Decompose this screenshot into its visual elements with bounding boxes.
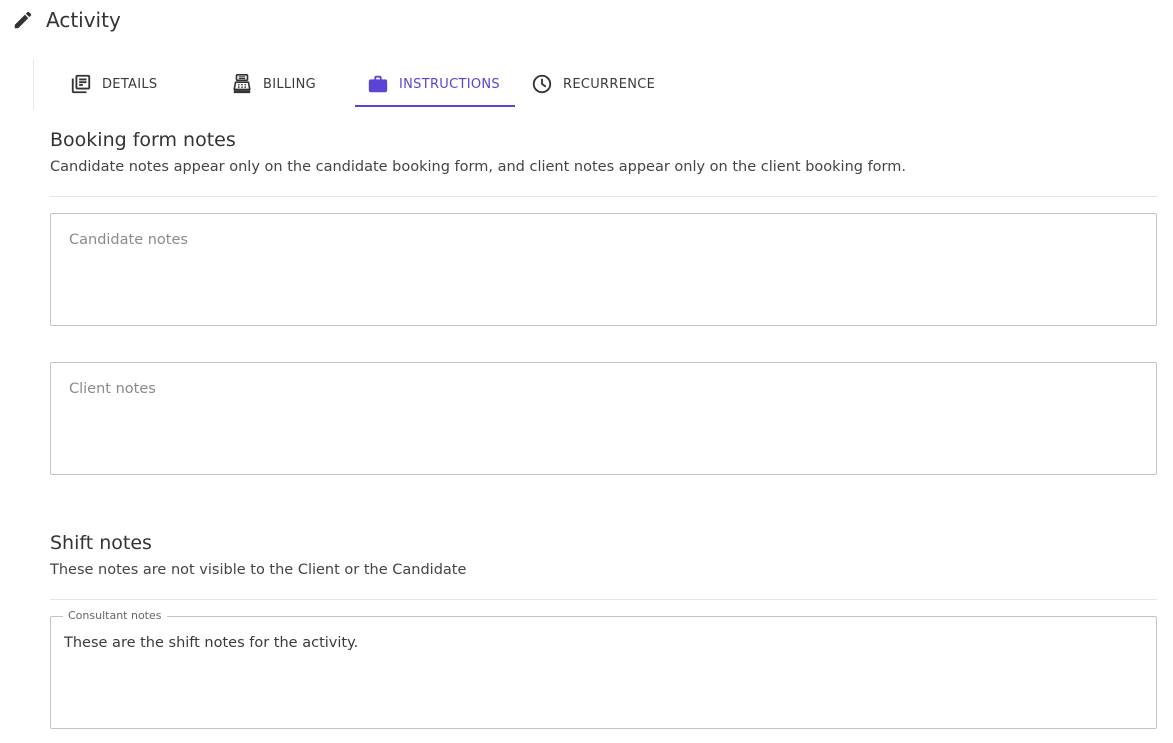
tab-billing-label: BILLING [263, 76, 316, 92]
tab-details-label: DETAILS [102, 76, 158, 92]
tab-details[interactable]: DETAILS [70, 60, 157, 108]
shift-divider [50, 599, 1157, 600]
consultant-notes-input[interactable]: These are the shift notes for the activi… [51, 617, 1156, 728]
briefcase-icon [367, 73, 389, 95]
client-notes-field[interactable] [50, 362, 1157, 475]
cash-register-icon [231, 73, 253, 95]
clock-icon [531, 73, 553, 95]
active-tab-indicator [355, 105, 515, 107]
tab-recurrence[interactable]: RECURRENCE [531, 60, 655, 108]
client-notes-input[interactable] [51, 363, 1156, 474]
shift-notes-description: These notes are not visible to the Clien… [50, 562, 467, 578]
booking-notes-title: Booking form notes [50, 129, 236, 151]
page-title: Activity [46, 8, 121, 32]
booking-notes-description: Candidate notes appear only on the candi… [50, 159, 906, 175]
tab-instructions-label: INSTRUCTIONS [399, 76, 500, 92]
tab-billing[interactable]: BILLING [231, 60, 316, 108]
tab-bar: DETAILS BILLING INSTRUCTIONS RECURRENCE [33, 60, 713, 110]
document-list-icon [70, 73, 92, 95]
shift-notes-title: Shift notes [50, 532, 152, 554]
pencil-icon[interactable] [12, 9, 34, 31]
booking-divider [50, 196, 1157, 197]
candidate-notes-field[interactable] [50, 213, 1157, 326]
tab-recurrence-label: RECURRENCE [563, 76, 656, 92]
page-header: Activity [0, 0, 1173, 44]
consultant-notes-field[interactable]: Consultant notes These are the shift not… [50, 609, 1157, 729]
tab-instructions[interactable]: INSTRUCTIONS [367, 60, 500, 108]
candidate-notes-input[interactable] [51, 214, 1156, 325]
